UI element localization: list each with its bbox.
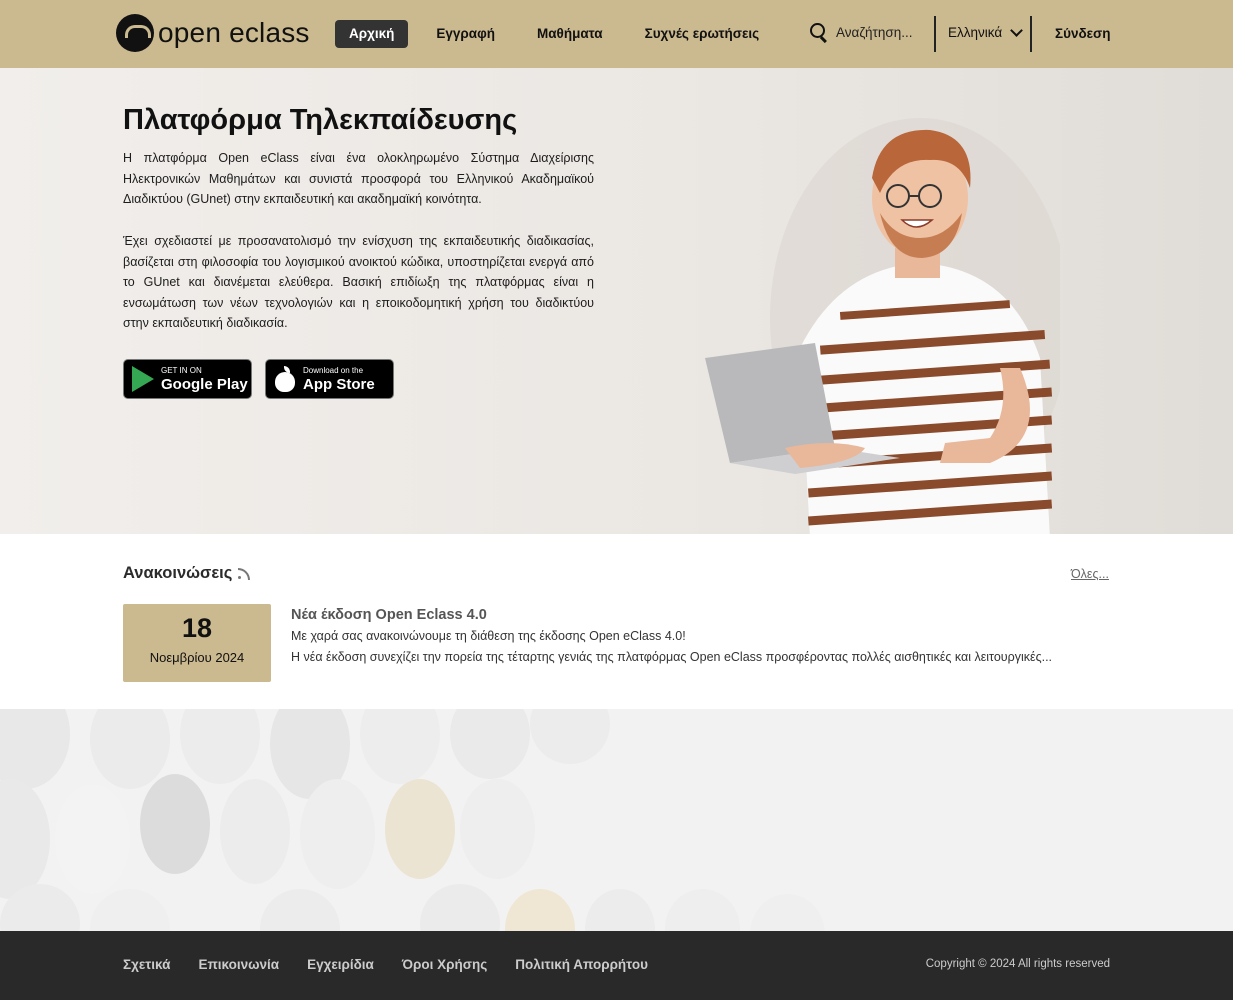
google-play-icon <box>132 366 154 392</box>
pattern-shape <box>750 894 825 931</box>
nav-item-courses[interactable]: Μαθήματα <box>523 20 617 48</box>
divider <box>934 16 936 52</box>
main-nav: Αρχική Εγγραφή Μαθήματα Συχνές ερωτήσεις <box>335 20 787 48</box>
divider <box>1030 16 1032 52</box>
pattern-shape <box>460 779 535 879</box>
top-navbar: open eclass Αρχική Εγγραφή Μαθήματα Συχν… <box>0 0 1233 68</box>
announcement-line-2: Η νέα έκδοση συνεχίζει την πορεία της τέ… <box>291 650 1053 664</box>
search-input[interactable]: Αναζήτηση... <box>836 25 912 40</box>
footer-link-privacy[interactable]: Πολιτική Απορρήτου <box>515 957 648 972</box>
announcement-date-badge: 18 Νοεμβρίου 2024 <box>123 604 271 682</box>
hero-paragraph-2: Έχει σχεδιαστεί με προσανατολισμό την εν… <box>123 234 594 331</box>
announcements-title: Ανακοινώσεις <box>123 564 251 583</box>
pattern-shape <box>505 889 575 931</box>
language-label: Ελληνικά <box>948 25 1003 40</box>
rss-icon[interactable] <box>238 567 251 580</box>
google-play-big-text: Google Play <box>161 375 248 393</box>
pattern-shape <box>260 889 340 931</box>
app-store-small-text: Download on the <box>303 365 364 375</box>
announcement-line-1: Με χαρά σας ανακοινώνουμε τη διάθεση της… <box>291 629 686 643</box>
copyright-text: Copyright © 2024 All rights reserved <box>925 958 1110 970</box>
pattern-shape <box>90 709 170 789</box>
pattern-shape <box>0 709 70 789</box>
all-announcements-link[interactable]: Όλες... <box>1071 567 1109 581</box>
search-icon[interactable] <box>810 23 828 41</box>
app-store-button[interactable]: Download on the App Store <box>265 359 394 399</box>
pattern-shape <box>220 779 290 884</box>
pattern-shape <box>55 784 130 894</box>
pattern-shape <box>140 774 210 874</box>
google-play-button[interactable]: GET IN ON Google Play <box>123 359 252 399</box>
footer-links: Σχετικά Επικοινωνία Εγχειρίδια Όροι Χρήσ… <box>123 957 676 972</box>
search-box[interactable]: Αναζήτηση... <box>810 23 912 41</box>
nav-item-home[interactable]: Αρχική <box>335 20 409 48</box>
login-link[interactable]: Σύνδεση <box>1055 26 1111 41</box>
footer-link-manuals[interactable]: Εγχειρίδια <box>307 957 374 972</box>
announcement-heading[interactable]: Νέα έκδοση Open Eclass 4.0 <box>291 607 487 623</box>
nav-item-register[interactable]: Εγγραφή <box>422 20 509 48</box>
pattern-shape <box>530 709 610 764</box>
footer-link-contact[interactable]: Επικοινωνία <box>198 957 279 972</box>
footer-link-terms[interactable]: Όροι Χρήσης <box>402 957 487 972</box>
hero-paragraph-1: Η πλατφόρμα Open eClass είναι ένα ολοκλη… <box>123 151 594 207</box>
app-store-big-text: App Store <box>303 375 375 393</box>
pattern-shape <box>360 709 440 784</box>
pattern-shape <box>450 709 530 779</box>
logo[interactable]: open eclass <box>116 14 310 52</box>
announcement-month-year: Νοεμβρίου 2024 <box>149 650 245 665</box>
hero-title: Πλατφόρμα Τηλεκπαίδευσης <box>123 104 518 136</box>
hero-section: Πλατφόρμα Τηλεκπαίδευσης Η πλατφόρμα Ope… <box>0 68 1233 534</box>
pattern-shape <box>585 889 655 931</box>
pattern-shape <box>180 709 260 784</box>
chevron-down-icon <box>1010 24 1024 37</box>
logo-text: open eclass <box>158 17 310 48</box>
decorative-pattern <box>0 709 1233 931</box>
pattern-shape <box>385 779 455 879</box>
apple-icon <box>274 366 296 392</box>
pattern-shape <box>0 779 50 899</box>
announcements-title-text: Ανακοινώσεις <box>123 564 233 582</box>
footer: Σχετικά Επικοινωνία Εγχειρίδια Όροι Χρήσ… <box>0 931 1233 1000</box>
pattern-shape <box>665 889 740 931</box>
footer-link-about[interactable]: Σχετικά <box>123 957 170 972</box>
hero-person-illustration <box>705 118 1060 534</box>
nav-item-faq[interactable]: Συχνές ερωτήσεις <box>631 20 774 48</box>
announcement-day: 18 <box>181 613 213 643</box>
pattern-shape <box>420 884 500 931</box>
google-play-small-text: GET IN ON <box>161 365 202 375</box>
pattern-shape <box>300 779 375 889</box>
pattern-shape <box>90 889 170 931</box>
logo-icon <box>116 14 154 52</box>
language-selector[interactable]: Ελληνικά <box>948 24 1024 40</box>
